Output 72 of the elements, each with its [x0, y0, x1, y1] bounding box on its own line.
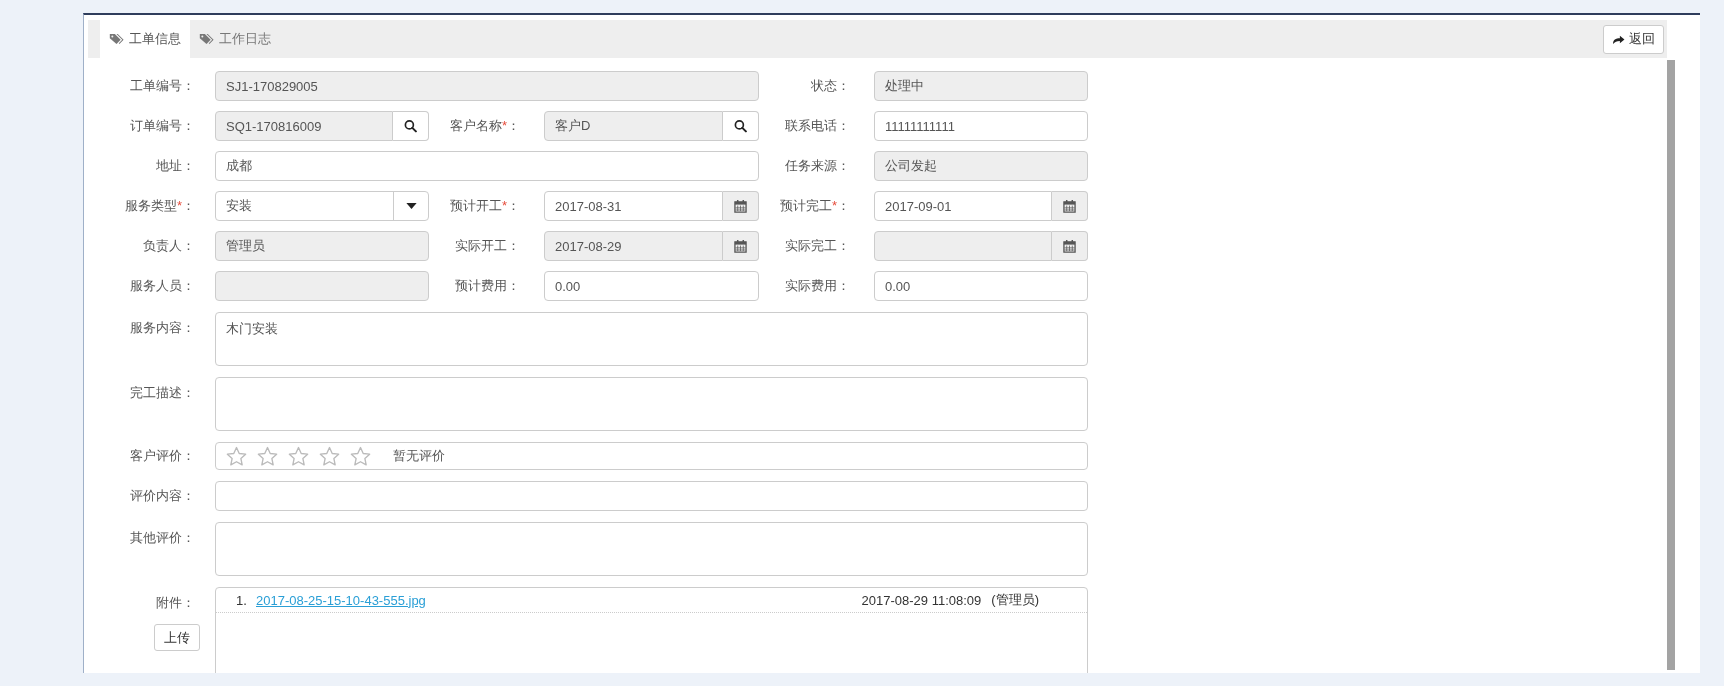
- input-field[interactable]: [215, 271, 429, 301]
- field-label: 实际开工：: [455, 237, 520, 255]
- scrollbar[interactable]: [1667, 60, 1675, 670]
- upload-button[interactable]: 上传: [154, 624, 200, 651]
- uploader-name: (管理员): [991, 591, 1039, 609]
- field-label: 工单编号：: [130, 77, 195, 95]
- search-icon: [734, 119, 747, 133]
- calendar-icon: [734, 199, 747, 213]
- calendar-button[interactable]: [1052, 231, 1088, 261]
- dropdown-field[interactable]: 安装: [215, 191, 429, 221]
- star-icon[interactable]: [288, 445, 309, 467]
- input-field[interactable]: 0.00: [544, 271, 759, 301]
- share-arrow-icon: [1612, 33, 1625, 45]
- calendar-button[interactable]: [723, 191, 759, 221]
- text-area[interactable]: [215, 377, 1088, 431]
- input-field[interactable]: [215, 481, 1088, 511]
- input-field[interactable]: 0.00: [874, 271, 1088, 301]
- date-field[interactable]: 2017-08-29: [544, 231, 723, 261]
- back-button[interactable]: 返回: [1603, 24, 1664, 54]
- star-icon[interactable]: [257, 445, 278, 467]
- field-label: 完工描述：: [130, 384, 195, 402]
- text-area[interactable]: 木门安装: [215, 312, 1088, 366]
- search-button[interactable]: [393, 111, 429, 141]
- field-label: 任务来源：: [785, 157, 850, 175]
- calendar-button[interactable]: [723, 231, 759, 261]
- input-field[interactable]: 管理员: [215, 231, 429, 261]
- date-field[interactable]: 2017-09-01: [874, 191, 1052, 221]
- date-field[interactable]: 2017-08-31: [544, 191, 723, 221]
- date-field[interactable]: [874, 231, 1052, 261]
- star-icon[interactable]: [226, 445, 247, 467]
- item-number: 1.: [236, 592, 248, 608]
- field-label: 客户名称*：: [449, 117, 520, 135]
- search-button[interactable]: [723, 111, 759, 141]
- tab[interactable]: 工单信息: [100, 20, 190, 58]
- field-label: 服务内容：: [130, 319, 195, 337]
- field-label: 预计开工*：: [449, 197, 520, 215]
- text-area[interactable]: [215, 522, 1088, 576]
- tab[interactable]: 工作日志: [190, 20, 280, 58]
- field-label: 附件：: [156, 594, 195, 612]
- field-label: 地址：: [156, 157, 195, 175]
- field-label: 预计费用：: [455, 277, 520, 295]
- field-label: 客户评价：: [130, 447, 195, 465]
- calendar-button[interactable]: [1052, 191, 1088, 221]
- field-label: 实际费用：: [785, 277, 850, 295]
- calendar-icon: [1063, 239, 1076, 253]
- rating-text: 暂无评价: [393, 447, 445, 465]
- field-label: 预计完工*：: [779, 197, 850, 215]
- caret-icon: [405, 203, 417, 209]
- input-field[interactable]: 成都: [215, 151, 759, 181]
- tags-icon: [199, 33, 214, 45]
- field-label: 订单编号：: [130, 117, 195, 135]
- field-label: 实际完工：: [785, 237, 850, 255]
- field-label: 评价内容：: [130, 487, 195, 505]
- input-field[interactable]: SQ1-170816009: [215, 111, 393, 141]
- star-icon[interactable]: [350, 445, 371, 467]
- tags-icon: [109, 33, 124, 45]
- input-field[interactable]: 处理中: [874, 71, 1088, 101]
- field-label: 联系电话：: [785, 117, 850, 135]
- input-field[interactable]: 公司发起: [874, 151, 1088, 181]
- input-field[interactable]: 客户D: [544, 111, 723, 141]
- input-field[interactable]: 11111111111: [874, 111, 1088, 141]
- input-field[interactable]: SJ1-170829005: [215, 71, 759, 101]
- search-icon: [404, 119, 417, 133]
- field-label: 负责人：: [143, 237, 195, 255]
- field-label: 服务类型*：: [124, 197, 195, 215]
- field-label: 其他评价：: [130, 529, 195, 547]
- field-label: 状态：: [811, 77, 850, 95]
- star-icon[interactable]: [319, 445, 340, 467]
- field-label: 服务人员：: [130, 277, 195, 295]
- calendar-icon: [1063, 199, 1076, 213]
- calendar-icon: [734, 239, 747, 253]
- upload-time: 2017-08-29 11:08:09: [861, 592, 982, 608]
